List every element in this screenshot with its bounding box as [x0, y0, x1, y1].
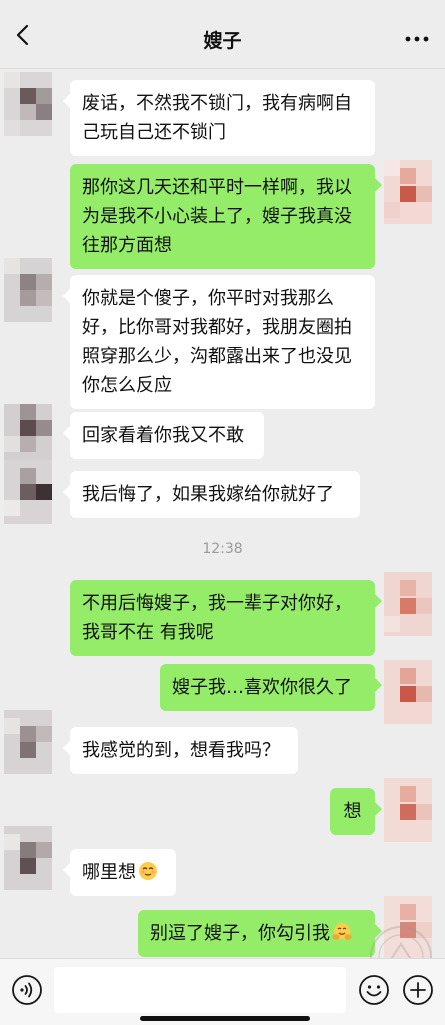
- chat-title: 嫂子: [203, 30, 242, 52]
- message-bubble-outgoing[interactable]: 别逗了嫂子，你勾引我: [138, 910, 382, 957]
- message-bubble-incoming[interactable]: 我后悔了，如果我嫁给你就好了: [63, 471, 360, 518]
- message-bubble-incoming[interactable]: 废话，不然我不锁门，我有病啊自己玩自己还不锁门: [63, 80, 375, 156]
- voice-icon[interactable]: [11, 974, 43, 1006]
- hugging-face-emoji: [332, 923, 352, 940]
- plus-icon[interactable]: [402, 974, 434, 1006]
- contact-avatar[interactable]: [4, 404, 52, 468]
- message-text: 别逗了嫂子，你勾引我: [150, 923, 330, 944]
- contact-avatar[interactable]: [4, 258, 52, 322]
- user-avatar[interactable]: [384, 572, 432, 636]
- message-bubble-incoming[interactable]: 哪里想: [63, 849, 176, 896]
- chat-input-bar: [0, 958, 445, 1025]
- chat-header: 嫂子: [0, 0, 445, 69]
- contact-avatar[interactable]: [4, 72, 52, 136]
- contact-avatar[interactable]: [4, 460, 52, 524]
- user-avatar[interactable]: [384, 160, 432, 224]
- message-bubble-outgoing[interactable]: 想: [330, 788, 382, 835]
- relieved-face-emoji: [139, 862, 157, 880]
- message-bubble-outgoing[interactable]: 那你这几天还和平时一样啊，我以为是我不小心装上了，嫂子我真没往那方面想: [70, 164, 382, 269]
- message-bubble-incoming[interactable]: 你就是个傻子，你平时对我那么好，比你哥对我都好，我朋友圈拍照穿那么少，沟都露出来…: [63, 275, 375, 409]
- user-avatar[interactable]: [384, 660, 432, 724]
- more-dots-icon[interactable]: [405, 36, 429, 42]
- message-bubble-incoming[interactable]: 回家看着你我又不敢: [63, 412, 264, 459]
- message-input[interactable]: [54, 967, 346, 1013]
- message-bubble-incoming[interactable]: 我感觉的到，想看我吗？: [63, 727, 298, 774]
- message-bubble-outgoing[interactable]: 嫂子我…喜欢你很久了: [160, 664, 382, 711]
- home-indicator: [140, 1016, 310, 1021]
- user-avatar[interactable]: [384, 778, 432, 842]
- contact-avatar[interactable]: [4, 826, 52, 890]
- contact-avatar[interactable]: [4, 710, 52, 774]
- message-bubble-outgoing[interactable]: 不用后悔嫂子，我一辈子对你好，我哥不在 有我呢: [70, 580, 382, 656]
- emoji-face-icon[interactable]: [358, 974, 390, 1006]
- chat-timestamp: 12:38: [202, 541, 243, 557]
- message-text: 哪里想: [82, 862, 136, 883]
